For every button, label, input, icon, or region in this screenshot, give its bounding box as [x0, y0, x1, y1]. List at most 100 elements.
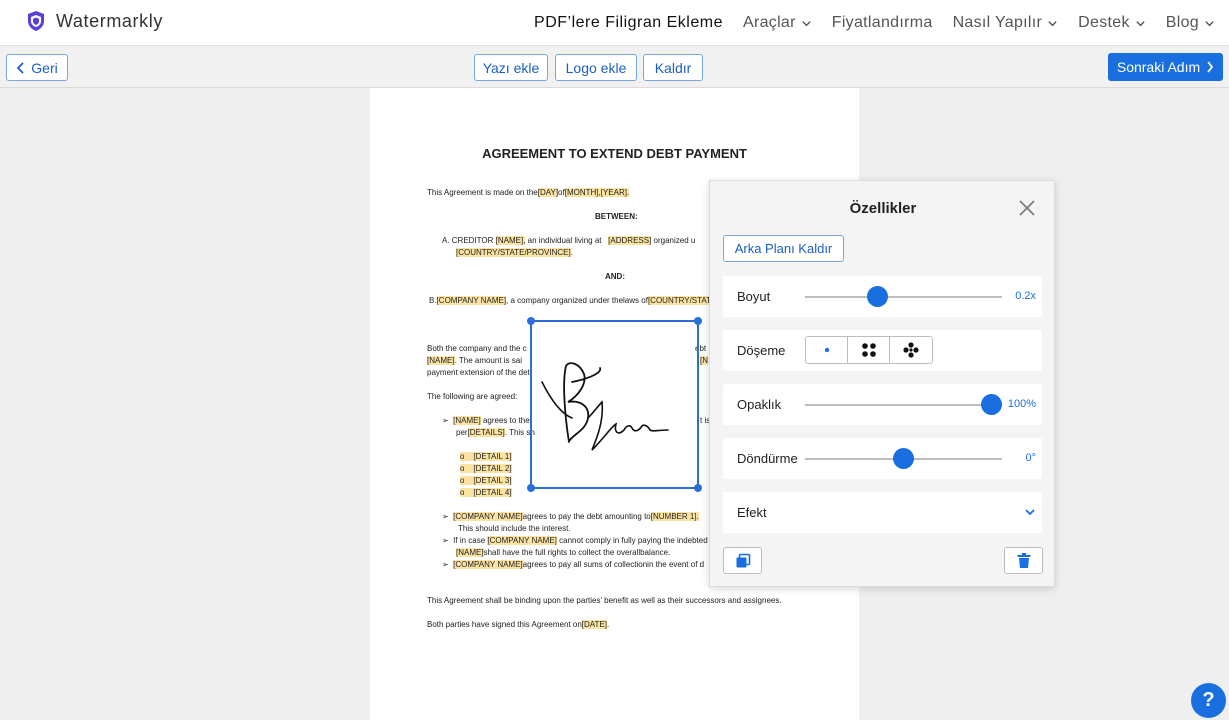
text: of	[558, 188, 565, 197]
nav-item-label: Nasıl Yapılır	[952, 14, 1043, 31]
nav-item-label: Araçlar	[742, 14, 796, 31]
placeholder-tag: [MONTH],[YEAR].	[564, 188, 630, 197]
remove-background-button[interactable]: Arka Planı Kaldır	[723, 235, 844, 262]
placeholder-tag: [DETAIL 3]	[473, 476, 512, 485]
text: agrees to pay all sums of collectionin t…	[522, 560, 705, 569]
size-slider-track[interactable]	[805, 296, 1002, 298]
bullet-line: ➢ [COMPANY NAME]agrees to pay the debt a…	[442, 512, 699, 521]
copy-icon	[736, 553, 750, 567]
opacity-slider-thumb[interactable]	[981, 394, 1002, 415]
add-logo-label: Logo ekle	[565, 59, 627, 76]
placeholder-tag: [COUNTRY/STATE/PROVINCE]	[456, 248, 571, 257]
effect-row[interactable]: Efekt	[723, 492, 1042, 533]
chevron-down-icon	[802, 20, 811, 26]
text: agrees to pay the debt amounting to	[522, 512, 651, 521]
detail-item: o [DETAIL 3]	[460, 476, 512, 485]
size-slider-thumb[interactable]	[866, 286, 888, 307]
placeholder-tag: [DETAIL 2]	[473, 464, 512, 473]
detail-item: o [DETAIL 2]	[460, 464, 512, 473]
nav-item-blog[interactable]: Blog	[1166, 14, 1215, 32]
add-text-button[interactable]: Yazı ekle	[474, 54, 548, 81]
placeholder-tag: [NUMBER 1].	[650, 512, 699, 521]
dots-glyph	[903, 342, 919, 358]
duplicate-button[interactable]	[723, 547, 762, 574]
nav-item-label: Blog	[1165, 14, 1199, 31]
creditor-line: A. CREDITOR [NAME], an individual living…	[442, 236, 695, 245]
remove-label: Kaldır	[654, 59, 692, 76]
chevron-down-icon[interactable]	[1024, 506, 1036, 518]
signature-watermark[interactable]	[527, 317, 702, 492]
text: cannot comply in fully paying the indebt…	[559, 536, 708, 545]
chevron-down-icon	[1205, 20, 1214, 26]
opacity-row: Opaklık 100%	[723, 384, 1042, 425]
next-step-button[interactable]: Sonraki Adım	[1108, 53, 1223, 81]
rights-line: [NAME]shall have the full rights to coll…	[456, 548, 670, 557]
text: .	[606, 620, 610, 629]
bullet-line: ➢ If in case [COMPANY NAME] cannot compl…	[442, 536, 708, 545]
opacity-value: 100%	[1007, 398, 1036, 410]
nav-item-how-to[interactable]: Nasıl Yapılır	[953, 14, 1059, 32]
nav-item-label: Fiyatlandırma	[831, 14, 933, 31]
placeholder-tag: [N	[700, 356, 708, 365]
company-line: B.[COMPANY NAME], a company organized un…	[429, 296, 712, 305]
text: If in case	[453, 536, 486, 545]
nav-item-pdf-watermark[interactable]: PDF’lere Filigran Ekleme	[534, 14, 723, 32]
single-dot-icon[interactable]	[806, 337, 848, 363]
text: , a company organized under thelaws of	[506, 296, 648, 305]
placeholder-tag: [ADDRESS]	[608, 236, 652, 245]
creditor-country-line: [COUNTRY/STATE/PROVINCE].	[456, 248, 573, 257]
help-button[interactable]: ?	[1191, 683, 1226, 718]
properties-panel: Özellikler Arka Planı Kaldır Boyut 0.2x …	[709, 180, 1055, 587]
placeholder-tag: [COMPANY NAME]	[436, 296, 507, 305]
placeholder-tag: [DETAILS]	[467, 428, 505, 437]
text: A. CREDITOR	[442, 236, 494, 245]
text: an individual living at	[527, 236, 602, 245]
placeholder-tag: [COMPANY NAME]	[487, 536, 557, 545]
brand-name: Watermarkly	[56, 10, 163, 31]
text: agrees to the	[482, 416, 530, 425]
remove-button[interactable]: Kaldır	[643, 54, 703, 81]
chevron-down-icon	[1048, 20, 1057, 26]
tiling-options	[805, 336, 933, 364]
nav-item-pricing[interactable]: Fiyatlandırma	[832, 14, 933, 32]
resize-handle-bottom-right[interactable]	[694, 484, 702, 492]
nav-item-support[interactable]: Destek	[1078, 14, 1146, 32]
back-button-label: Geri	[31, 59, 58, 76]
text: This Agreement is made on the	[427, 188, 538, 197]
placeholder-tag: [NAME]	[427, 356, 455, 365]
amount-line: [NAME]. The amount is sai	[427, 356, 522, 365]
chevron-down-icon	[1136, 20, 1145, 26]
delete-button[interactable]	[1004, 547, 1043, 574]
text: . The amount is sai	[454, 356, 523, 365]
nav-item-label: PDF’lere Filigran Ekleme	[534, 14, 723, 31]
tiling-label: Döşeme	[737, 343, 786, 358]
rotation-slider-thumb[interactable]	[893, 448, 914, 469]
placeholder-tag: [DATE]	[581, 620, 607, 629]
text: .	[570, 248, 573, 257]
resize-handle-bottom-left[interactable]	[527, 484, 535, 492]
resize-handle-top-left[interactable]	[527, 317, 535, 325]
five-dots-icon[interactable]	[890, 337, 932, 363]
size-value: 0.2x	[1015, 290, 1036, 302]
close-icon[interactable]	[1018, 199, 1036, 217]
remove-background-label: Arka Planı Kaldır	[734, 241, 833, 256]
text: organized u	[653, 236, 696, 245]
size-row: Boyut 0.2x	[723, 276, 1042, 317]
placeholder-tag: [DETAIL 4]	[473, 488, 512, 497]
placeholder-tag: [DAY]	[537, 188, 559, 197]
signature-image	[541, 362, 669, 451]
add-logo-button[interactable]: Logo ekle	[555, 54, 637, 81]
size-label: Boyut	[737, 289, 771, 304]
four-dots-icon[interactable]	[848, 337, 890, 363]
back-button[interactable]: Geri	[6, 54, 68, 81]
main-menu: PDF’lere Filigran Ekleme Araçlar Fiyatla…	[534, 0, 1215, 46]
nav-item-tools[interactable]: Araçlar	[743, 14, 812, 32]
editor-toolbar: Geri Yazı ekle Logo ekle Kaldır Sonraki …	[0, 47, 1229, 88]
brand[interactable]: Watermarkly	[26, 10, 163, 32]
resize-handle-top-right[interactable]	[694, 317, 702, 325]
binding-line: This Agreement shall be binding upon the…	[427, 596, 782, 605]
placeholder-tag: [COUNTRY/STAT	[647, 296, 712, 305]
opacity-slider-track[interactable]	[805, 404, 1002, 406]
opacity-label: Opaklık	[737, 397, 782, 412]
and-heading: AND:	[605, 272, 625, 281]
